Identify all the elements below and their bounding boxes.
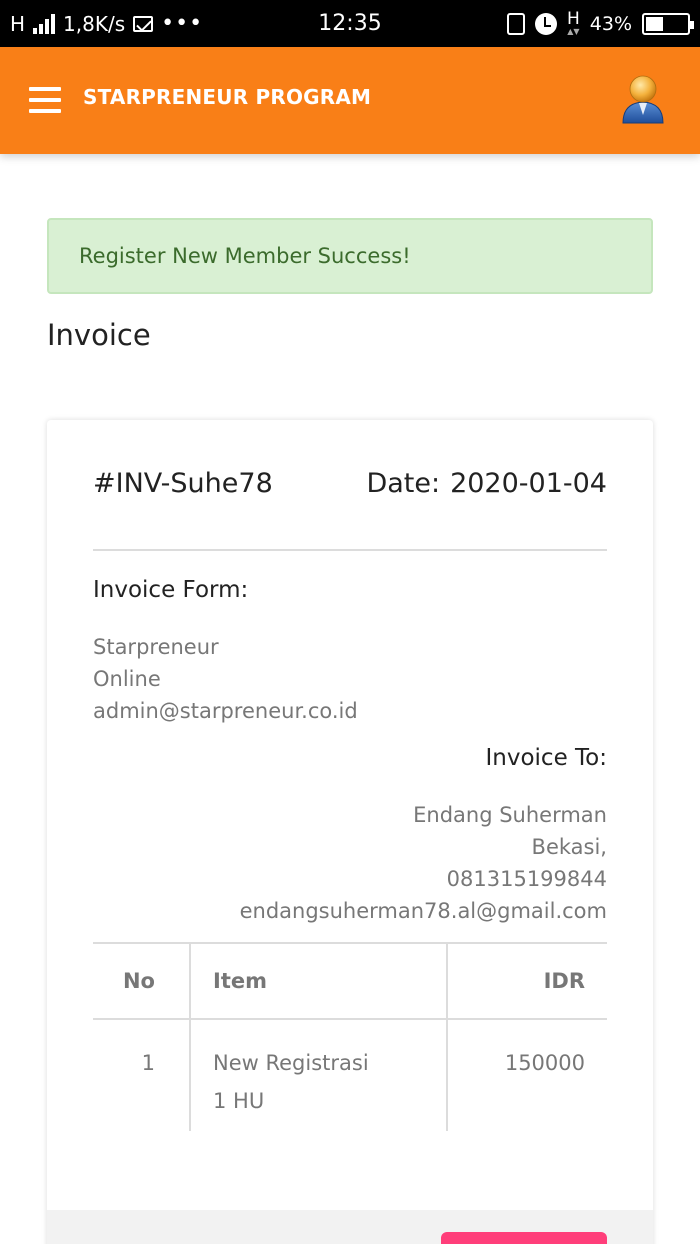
header-no: No	[93, 943, 191, 1020]
header-item: Item	[190, 943, 448, 1020]
from-type: Online	[93, 667, 161, 691]
invoice-date: Date: 2020-01-04	[366, 468, 607, 499]
date-label: Date:	[366, 468, 441, 499]
invoice-card: #INV-Suhe78 Date: 2020-01-04 Invoice For…	[47, 420, 653, 1244]
invoice-from-label: Invoice Form:	[93, 577, 249, 603]
invoice-items-table: No Item IDR 1 New Registrasi 1 HU 150000	[93, 943, 607, 1131]
to-email: endangsuherman78.al@gmail.com	[239, 899, 607, 923]
vibrate-icon	[506, 12, 525, 35]
to-name: Endang Suherman	[413, 803, 607, 827]
from-company: Starpreneur	[93, 635, 219, 659]
invoice-from-details: Starpreneur Online admin@starpreneur.co.…	[93, 631, 358, 727]
card-footer	[47, 1210, 653, 1244]
to-phone: 081315199844	[446, 867, 607, 891]
item-quantity: 1 HU	[213, 1089, 265, 1113]
page-title: Invoice	[47, 318, 151, 352]
hamburger-menu-icon[interactable]	[29, 87, 61, 113]
success-alert: Register New Member Success!	[47, 218, 653, 294]
status-bar: H 1,8K/s ••• 12:35 H ▲▼ 43%	[0, 0, 700, 47]
invoice-to-details: Endang Suherman Bekasi, 081315199844 end…	[240, 799, 607, 927]
to-city: Bekasi,	[531, 835, 607, 859]
item-name: New Registrasi	[213, 1051, 369, 1075]
date-value: 2020-01-04	[450, 468, 607, 499]
table-header-row: No Item IDR	[93, 943, 607, 1020]
alert-message: Register New Member Success!	[79, 244, 411, 268]
cell-item: New Registrasi 1 HU	[190, 1019, 448, 1131]
app-bar: STARPRENEUR PROGRAM	[0, 47, 700, 154]
header-idr: IDR	[447, 943, 607, 1020]
data-indicator-icon: H ▲▼	[566, 9, 580, 36]
cell-idr: 150000	[504, 1051, 585, 1075]
footer-action-button[interactable]	[441, 1232, 607, 1244]
app-title: STARPRENEUR PROGRAM	[83, 85, 372, 109]
clock: 12:35	[318, 11, 382, 36]
battery-percent: 43%	[589, 12, 632, 35]
user-avatar-icon[interactable]	[620, 73, 666, 125]
from-email: admin@starpreneur.co.id	[93, 699, 358, 723]
alarm-icon	[534, 12, 557, 35]
table-row: 1 New Registrasi 1 HU 150000	[93, 1019, 607, 1131]
cell-no: 1	[93, 1019, 191, 1131]
invoice-number: #INV-Suhe78	[93, 468, 273, 499]
divider	[93, 549, 607, 551]
battery-icon	[642, 12, 694, 35]
invoice-to-label: Invoice To:	[485, 745, 607, 771]
